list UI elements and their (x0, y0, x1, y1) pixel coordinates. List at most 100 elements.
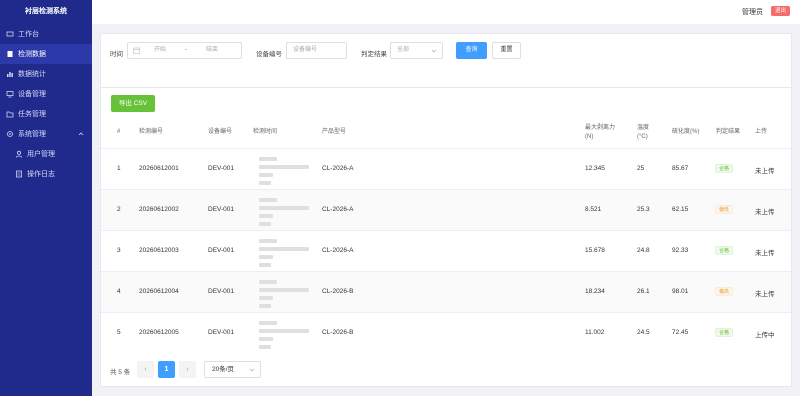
monitor-icon (6, 90, 14, 98)
cell-upload: 未上传 (755, 209, 775, 216)
cell-upload: 未上传 (755, 250, 775, 257)
cell-cure: 62.15 (672, 206, 689, 213)
cell-code: 20260612005 (139, 329, 179, 336)
filter-panel: 时间 开始 - 结束 设备编号 设备编号 判定结果 全部 查询 重置 (100, 33, 792, 90)
end-date-input[interactable]: 结束 (206, 43, 218, 58)
device-input[interactable]: 设备编号 (286, 42, 347, 59)
cell-upload: 上传中 (755, 332, 775, 339)
date-range-picker[interactable]: 开始 - 结束 (127, 42, 242, 59)
cell-model: CL-2026-A (322, 206, 354, 213)
cell-index: 5 (117, 329, 121, 336)
cell-cure: 98.01 (672, 288, 689, 295)
sidebar-item-statistics[interactable]: 数据统计 (0, 64, 92, 84)
search-button[interactable]: 查询 (456, 42, 487, 59)
result-badge: 合格 (715, 328, 734, 337)
cell-temp: 25.3 (637, 206, 650, 213)
result-select[interactable]: 全部 (390, 42, 443, 59)
export-csv-button[interactable]: 导出 CSV (111, 95, 155, 112)
col-header-temp: 温度 (°C) (637, 124, 649, 142)
reset-button[interactable]: 重置 (492, 42, 521, 59)
next-page-button[interactable]: › (179, 361, 196, 378)
page-size-select[interactable]: 20条/页 (204, 361, 261, 378)
start-date-input[interactable]: 开始 (154, 43, 166, 58)
cell-code: 20260612002 (139, 206, 179, 213)
cell-upload: 未上传 (755, 291, 775, 298)
calendar-icon (133, 47, 140, 54)
bar-chart-icon (6, 70, 14, 78)
result-badge: 合格 (715, 246, 734, 255)
cell-model: CL-2026-B (322, 329, 354, 336)
page-size-value: 20条/页 (212, 366, 235, 373)
sidebar-item-tasks[interactable]: 任务管理 (0, 104, 92, 124)
col-header-code: 检测编号 (139, 129, 164, 135)
prev-page-button[interactable]: ‹ (137, 361, 154, 378)
gear-icon (6, 130, 14, 138)
result-badge: 偏高 (715, 287, 734, 296)
chevron-up-icon (78, 132, 84, 136)
sidebar-item-label: 工作台 (18, 31, 39, 38)
result-label: 判定结果 (361, 51, 387, 58)
table-row[interactable]: 2 20260612002 DEV-001 CL-2026-A 8.521 25.3 62.… (101, 189, 791, 230)
cell-code: 20260612004 (139, 288, 179, 295)
cell-temp: 24.8 (637, 247, 650, 254)
cell-index: 4 (117, 288, 121, 295)
document-icon (6, 50, 14, 58)
cell-temp: 25 (637, 165, 645, 172)
cell-index: 3 (117, 247, 121, 254)
col-header-index: # (117, 129, 121, 135)
chevron-down-icon (249, 368, 255, 372)
cell-device: DEV-001 (208, 288, 235, 295)
cell-temp: 26.1 (637, 288, 650, 295)
sidebar-item-system[interactable]: 系统管理 (0, 124, 92, 144)
cell-model: CL-2026-A (322, 165, 354, 172)
log-icon (15, 170, 23, 178)
current-user: 管理员 (742, 9, 763, 16)
desk-icon (6, 30, 14, 38)
logout-button[interactable]: 退出 (770, 6, 790, 16)
cell-cure: 92.33 (672, 247, 689, 254)
table-row[interactable]: 1 20260612001 DEV-001 CL-2026-A 12.345 25 85.6… (101, 148, 791, 189)
col-header-temp-label: 温度 (637, 125, 650, 131)
top-bar: 管理员 退出 (92, 0, 800, 24)
table-row[interactable]: 3 20260612003 DEV-001 CL-2026-A 15.678 24.8 92… (101, 230, 791, 271)
sidebar-item-users[interactable]: 用户管理 (0, 144, 92, 164)
sidebar-item-label: 数据统计 (18, 71, 46, 78)
cell-device: DEV-001 (208, 329, 235, 336)
sidebar-item-label: 操作日志 (27, 171, 55, 178)
col-header-temp-unit: (°C) (637, 134, 648, 140)
cell-cure: 72.45 (672, 329, 689, 336)
cell-model: CL-2026-A (322, 247, 354, 254)
cell-index: 2 (117, 206, 121, 213)
result-badge: 偏低 (715, 205, 734, 214)
app-title: 衬层检测系统 (25, 8, 67, 15)
sidebar-item-label: 系统管理 (18, 131, 46, 138)
table-row[interactable]: 4 20260612004 DEV-001 CL-2026-B 18.234 26.1 98… (101, 271, 791, 312)
col-header-force: 最大剥离力 (N) (585, 124, 615, 142)
col-header-force-label: 最大剥离力 (585, 125, 616, 131)
sidebar-item-logs[interactable]: 操作日志 (0, 164, 92, 184)
sidebar-item-label: 任务管理 (18, 111, 46, 118)
cell-device: DEV-001 (208, 247, 235, 254)
table-row[interactable]: 5 20260612005 DEV-001 CL-2026-B 11.002 24.5 72… (101, 312, 791, 353)
col-header-time: 检测时间 (253, 129, 278, 135)
cell-temp: 24.5 (637, 329, 650, 336)
cell-device: DEV-001 (208, 206, 235, 213)
page-1-button[interactable]: 1 (158, 361, 175, 378)
sidebar-item-workbench[interactable]: 工作台 (0, 24, 92, 44)
sidebar-item-inspection-data[interactable]: 检测数据 (0, 44, 92, 64)
col-header-cure: 硫化度(%) (672, 129, 700, 135)
device-label: 设备编号 (256, 51, 282, 58)
cell-upload: 未上传 (755, 168, 775, 175)
cell-force: 18.234 (585, 288, 605, 295)
sidebar-item-label: 检测数据 (18, 51, 46, 58)
chevron-down-icon (431, 49, 437, 53)
sidebar-item-label: 设备管理 (18, 91, 46, 98)
cell-cure: 85.67 (672, 165, 689, 172)
result-select-value: 全部 (397, 47, 410, 53)
sidebar-item-devices[interactable]: 设备管理 (0, 84, 92, 104)
cell-code: 20260612003 (139, 247, 179, 254)
col-header-force-unit: (N) (585, 134, 594, 140)
cell-force: 15.678 (585, 247, 605, 254)
col-header-result: 判定结果 (716, 129, 741, 135)
result-badge: 合格 (715, 164, 734, 173)
